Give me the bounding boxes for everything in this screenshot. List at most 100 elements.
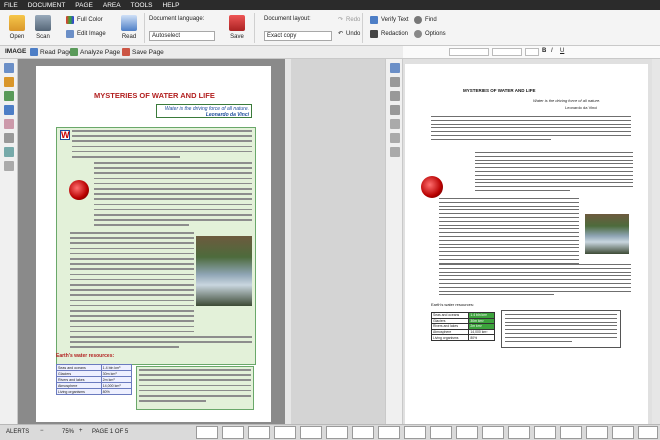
text-line — [439, 264, 631, 265]
menu-area[interactable]: AREA — [103, 2, 121, 9]
text-line — [439, 279, 631, 281]
text-line — [72, 130, 252, 132]
text-page-motto: Water is the driving force of all nature… — [533, 98, 601, 103]
text-tool-icon[interactable] — [390, 63, 400, 73]
menu-tools[interactable]: TOOLS — [131, 2, 153, 9]
verify-text-label: Verify Text — [381, 17, 409, 23]
text-line — [439, 290, 631, 292]
analyze-page-button[interactable]: Analyze Page — [70, 48, 120, 56]
water-molecule-image — [69, 180, 89, 200]
verify-text-button[interactable]: Verify Text — [370, 16, 409, 24]
zoom-in-icon[interactable]: + — [79, 428, 83, 434]
image-page-motto: Water is the driving force of all nature… — [156, 104, 252, 118]
edit-image-button[interactable]: Edit Image — [66, 30, 106, 38]
paragraph-tool-icon[interactable] — [390, 147, 400, 157]
page-thumbnail[interactable] — [248, 426, 270, 439]
page-thumbnail[interactable] — [430, 426, 452, 439]
menu-document[interactable]: DOCUMENT — [28, 2, 66, 9]
read-button[interactable]: Read — [116, 13, 142, 40]
doc-layout-select[interactable]: Exact copy — [264, 31, 332, 41]
page-thumbnail[interactable] — [326, 426, 348, 439]
zoom-level[interactable]: 75% — [62, 429, 74, 435]
table-cell: 80% — [468, 334, 495, 341]
full-color-button[interactable]: Full Color — [66, 16, 103, 24]
style-select[interactable] — [449, 48, 489, 56]
picture-tool-icon[interactable] — [390, 133, 400, 143]
alerts-label[interactable]: ALERTS — [6, 429, 29, 435]
text-line — [70, 242, 194, 244]
options-button[interactable]: Options — [414, 30, 446, 38]
background-area-tool-icon[interactable] — [4, 119, 14, 129]
page-thumbnail[interactable] — [300, 426, 322, 439]
menu-help[interactable]: HELP — [163, 2, 180, 9]
page-thumbnail[interactable] — [378, 426, 400, 439]
text-line — [431, 138, 551, 140]
underline-button[interactable]: U — [560, 48, 566, 56]
menu-file[interactable]: FILE — [4, 2, 18, 9]
save-page-button[interactable]: Save Page — [122, 48, 164, 56]
text-line — [70, 294, 194, 296]
font-size-select[interactable] — [525, 48, 539, 56]
page-thumbnail[interactable] — [508, 426, 530, 439]
text-line — [439, 232, 579, 234]
text-line — [431, 116, 631, 117]
zoom-out-icon[interactable]: − — [40, 428, 44, 434]
text-line — [475, 182, 633, 184]
page-thumbnail[interactable] — [586, 426, 608, 439]
page-thumbnail[interactable] — [482, 426, 504, 439]
find-button[interactable]: Find — [414, 16, 437, 24]
page-thumbnail[interactable] — [352, 426, 374, 439]
doc-language-select[interactable]: Autoselect — [149, 31, 215, 41]
font-select[interactable] — [492, 48, 522, 56]
italic-button[interactable]: I — [551, 48, 557, 56]
text-line — [139, 400, 207, 402]
scan-label: Scan — [36, 34, 50, 40]
picture-area-tool-icon[interactable] — [4, 91, 14, 101]
zoom-tool-icon[interactable] — [4, 147, 14, 157]
read-page-button[interactable]: Read Page — [30, 48, 73, 56]
text-line — [475, 186, 633, 188]
read-page-label: Read Page — [40, 48, 73, 56]
open-label: Open — [9, 34, 25, 40]
page-thumbnail[interactable] — [638, 426, 658, 439]
page-thumbnail[interactable] — [612, 426, 634, 439]
doc-language-value: Autoselect — [152, 33, 181, 39]
text-pane-scrollbar[interactable] — [652, 59, 660, 424]
bold-button[interactable]: B — [542, 48, 548, 56]
page-thumbnail[interactable] — [534, 426, 556, 439]
text-line — [70, 268, 194, 270]
text-line — [475, 167, 633, 169]
page-thumbnail[interactable] — [560, 426, 582, 439]
undo-button[interactable]: ↶ Undo — [338, 30, 360, 38]
page-thumbnail[interactable] — [456, 426, 478, 439]
scan-button[interactable]: Scan — [30, 13, 56, 40]
menu-page[interactable]: PAGE — [75, 2, 93, 9]
text-line — [439, 220, 579, 222]
text-molecule-image — [421, 176, 443, 198]
page-thumbnail[interactable] — [274, 426, 296, 439]
table-area-tool-icon[interactable] — [4, 105, 14, 115]
table-tool-icon[interactable] — [390, 119, 400, 129]
page-thumbnail[interactable] — [404, 426, 426, 439]
text-area-tool-icon[interactable] — [4, 77, 14, 87]
barcode-area-tool-icon[interactable] — [4, 133, 14, 143]
indent-tool-icon[interactable] — [390, 105, 400, 115]
page-thumbnail[interactable] — [222, 426, 244, 439]
analyze-icon — [70, 48, 78, 56]
text-line — [70, 289, 194, 291]
doc-language-label: Document language: — [149, 16, 205, 22]
redaction-button[interactable]: Redaction — [370, 30, 408, 38]
align-tool-icon[interactable] — [390, 91, 400, 101]
hand-tool-icon[interactable] — [4, 161, 14, 171]
search-icon — [414, 16, 422, 24]
verify-icon — [370, 16, 378, 24]
text-line — [475, 174, 633, 176]
page-thumbnail[interactable] — [196, 426, 218, 439]
save-page-label: Save Page — [132, 48, 164, 56]
list-tool-icon[interactable] — [390, 77, 400, 87]
select-area-tool-icon[interactable] — [4, 63, 14, 73]
save-button[interactable]: Save — [224, 13, 250, 40]
text-line — [439, 205, 579, 207]
open-button[interactable]: Open — [4, 13, 30, 40]
redo-button[interactable]: ↷ Redo — [338, 16, 360, 24]
